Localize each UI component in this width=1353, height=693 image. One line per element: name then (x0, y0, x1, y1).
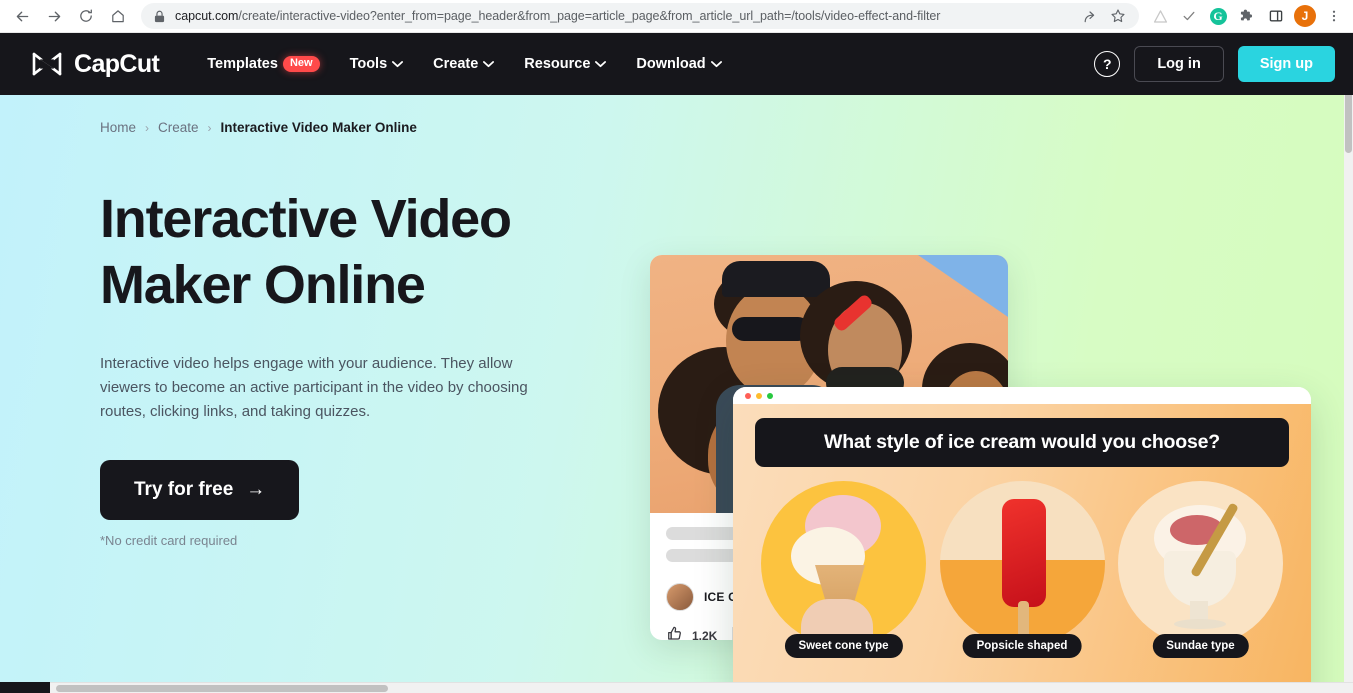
cta-note: *No credit card required (100, 532, 238, 548)
try-for-free-button[interactable]: Try for free → (100, 459, 300, 520)
main-nav: Templates New Tools Create Resource Down… (207, 56, 722, 72)
forward-icon[interactable] (39, 2, 69, 30)
option-label-popsicle: Popsicle shaped (962, 634, 1082, 658)
hero-subtitle: Interactive video helps engage with your… (100, 354, 528, 421)
chevron-down-icon (392, 56, 404, 72)
nav-item-tools[interactable]: Tools (350, 56, 404, 72)
reload-icon[interactable] (71, 2, 101, 30)
address-bar[interactable]: capcut.com/create/interactive-video?ente… (141, 3, 1139, 29)
chevron-down-icon (710, 56, 722, 72)
quiz-body: What style of ice cream would you choose… (733, 404, 1311, 693)
profile-avatar[interactable]: J (1292, 3, 1318, 29)
home-icon[interactable] (103, 2, 133, 30)
url-text: capcut.com/create/interactive-video?ente… (175, 9, 1073, 23)
option-label-sundae: Sundae type (1152, 634, 1249, 658)
url-path: /create/interactive-video?enter_from=pag… (238, 9, 941, 23)
window-titlebar (733, 387, 1311, 404)
nav-item-create[interactable]: Create (433, 56, 495, 72)
option-image-sundae (1118, 481, 1283, 646)
capcut-logo-icon (32, 52, 62, 76)
vertical-scrollbar[interactable] (1344, 33, 1353, 693)
hero-text-column: Interactive Video Maker Online Interacti… (100, 187, 620, 548)
traffic-light-maximize[interactable] (767, 392, 773, 399)
glass-base (1174, 619, 1226, 629)
quiz-options: Sweet cone type Popsicle shaped Sundae t… (755, 481, 1289, 658)
horizontal-scrollbar-thumb[interactable] (56, 685, 388, 692)
chevron-down-icon (483, 56, 495, 72)
grammarly-letter: G (1209, 7, 1227, 25)
browser-menu-icon[interactable] (1321, 3, 1347, 29)
nav-label-create: Create (433, 56, 479, 72)
nav-item-resource[interactable]: Resource (524, 56, 607, 72)
url-host: capcut.com (175, 9, 239, 23)
popsicle-body (1001, 499, 1046, 607)
figure-cap (722, 261, 830, 297)
scrollbar-corner (0, 682, 50, 693)
option-image-popsicle (939, 481, 1105, 646)
quiz-option-sundae[interactable]: Sundae type (1118, 481, 1283, 658)
share-icon[interactable] (1079, 5, 1101, 27)
nav-label-resource: Resource (524, 56, 591, 72)
chevron-down-icon (595, 56, 607, 72)
arrow-right-icon: → (246, 478, 266, 500)
login-button[interactable]: Log in (1134, 46, 1224, 82)
new-badge: New (282, 56, 320, 72)
sky-corner-decoration (918, 255, 1008, 317)
traffic-light-close[interactable] (745, 392, 751, 399)
sunglasses-icon (732, 317, 810, 341)
capcut-logo[interactable]: CapCut (30, 49, 160, 79)
bookmark-star-icon[interactable] (1107, 5, 1129, 27)
nav-item-templates[interactable]: Templates New (207, 56, 320, 72)
browser-nav-buttons (0, 2, 133, 30)
thumbs-up-icon[interactable] (666, 625, 683, 640)
horizontal-scrollbar[interactable] (0, 682, 1353, 693)
checkmark-icon[interactable] (1176, 3, 1202, 29)
nav-label-download: Download (636, 56, 706, 72)
quiz-preview-window: What style of ice cream would you choose… (733, 387, 1311, 693)
option-label-sweet-cone: Sweet cone type (784, 634, 903, 658)
nav-label-templates: Templates (207, 56, 278, 72)
omnibox-actions (1079, 5, 1129, 27)
side-panel-icon[interactable] (1263, 3, 1289, 29)
site-header: CapCut Templates New Tools Create Resour… (0, 33, 1353, 95)
back-icon[interactable] (7, 2, 37, 30)
capcut-logo-text: CapCut (74, 49, 160, 78)
quiz-question: What style of ice cream would you choose… (755, 418, 1289, 467)
traffic-light-minimize[interactable] (756, 392, 762, 399)
page-viewport: CapCut Templates New Tools Create Resour… (0, 33, 1353, 693)
like-count: 1.2K (692, 629, 718, 640)
extensions-puzzle-icon[interactable] (1234, 3, 1260, 29)
quiz-option-popsicle[interactable]: Popsicle shaped (939, 481, 1105, 658)
avatar (666, 583, 694, 611)
adblock-icon[interactable] (1147, 3, 1173, 29)
header-actions: ? Log in Sign up (1094, 46, 1335, 82)
nav-label-tools: Tools (349, 56, 388, 72)
profile-initial: J (1294, 5, 1316, 27)
extension-icons: G J (1147, 3, 1353, 29)
cta-label: Try for free (134, 478, 234, 500)
grammarly-icon[interactable]: G (1205, 3, 1231, 29)
signup-button[interactable]: Sign up (1237, 46, 1335, 82)
option-image-cone (761, 481, 926, 646)
help-icon[interactable]: ? (1094, 51, 1121, 77)
nav-item-download[interactable]: Download (636, 56, 722, 72)
page-title: Interactive Video Maker Online (100, 189, 512, 315)
lock-icon (154, 10, 165, 23)
hero-section: Home › Create › Interactive Video Maker … (0, 95, 1353, 693)
quiz-option-sweet-cone[interactable]: Sweet cone type (761, 481, 926, 658)
browser-toolbar: capcut.com/create/interactive-video?ente… (0, 0, 1353, 33)
